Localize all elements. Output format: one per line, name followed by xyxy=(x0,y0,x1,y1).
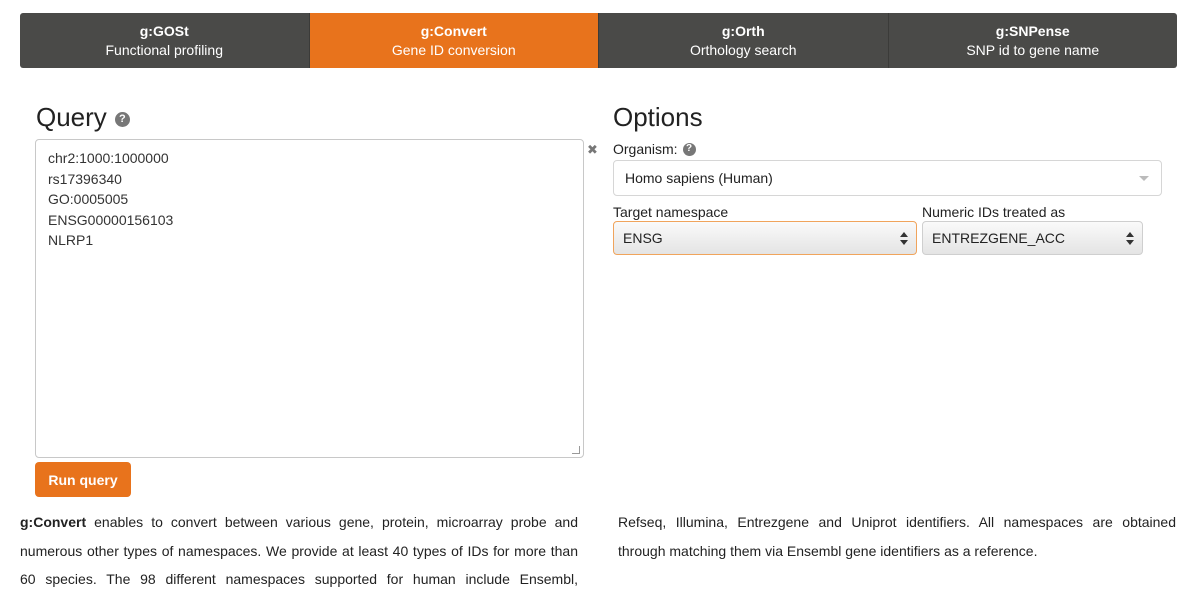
numeric-ids-value: ENTREZGENE_ACC xyxy=(932,230,1066,246)
query-line: chr2:1000:1000000 xyxy=(48,150,169,166)
tab-title: g:SNPense xyxy=(995,22,1070,39)
tab-convert[interactable]: g:Convert Gene ID conversion xyxy=(309,13,599,68)
select-arrows-icon xyxy=(900,231,909,246)
description-line: through matching them via Ensembl gene i… xyxy=(618,542,1038,559)
tab-snpense[interactable]: g:SNPense SNP id to gene name xyxy=(888,13,1177,68)
description-lead: g:Convert xyxy=(20,514,87,530)
tab-subtitle: Functional profiling xyxy=(105,41,223,58)
chevron-down-icon xyxy=(1139,176,1149,181)
description-text: enables to convert between various gene,… xyxy=(86,514,578,530)
target-namespace-label: Target namespace xyxy=(613,204,729,220)
tool-tabs: g:GOSt Functional profiling g:Convert Ge… xyxy=(20,13,1177,68)
help-icon[interactable]: ? xyxy=(114,111,130,127)
select-arrows-icon xyxy=(1126,231,1135,246)
query-title: Query xyxy=(36,102,107,132)
target-namespace-select[interactable]: ENSG xyxy=(613,221,917,255)
query-textarea[interactable]: chr2:1000:1000000 rs17396340 GO:0005005 … xyxy=(35,139,584,458)
target-namespace-value: ENSG xyxy=(623,230,663,246)
clear-icon[interactable]: ✖ xyxy=(587,142,598,158)
query-line: NLRP1 xyxy=(48,232,94,248)
tab-subtitle: Orthology search xyxy=(689,41,797,58)
resize-handle-icon[interactable] xyxy=(572,446,580,454)
tab-title: g:Orth xyxy=(721,22,765,39)
tab-gost[interactable]: g:GOSt Functional profiling xyxy=(20,13,310,68)
query-heading: Query ? xyxy=(36,101,130,133)
organism-value: Homo sapiens (Human) xyxy=(625,170,773,186)
description-line: numerous other types of namespaces. We p… xyxy=(20,542,578,559)
tab-orth[interactable]: g:Orth Orthology search xyxy=(599,13,889,68)
numeric-ids-label: Numeric IDs treated as xyxy=(922,204,1066,220)
tab-title: g:GOSt xyxy=(139,22,189,39)
query-line: GO:0005005 xyxy=(48,191,129,207)
help-icon[interactable]: ? xyxy=(682,142,696,156)
organism-label-row: Organism: ? xyxy=(613,140,696,158)
tab-subtitle: SNP id to gene name xyxy=(966,41,1100,58)
organism-select[interactable]: Homo sapiens (Human) xyxy=(613,160,1162,196)
options-title: Options xyxy=(613,102,703,132)
query-line: rs17396340 xyxy=(48,170,122,187)
description-line: Refseq, Illumina, Entrezgene and Uniprot… xyxy=(618,514,1176,530)
organism-label: Organism: xyxy=(613,141,678,157)
run-query-button[interactable]: Run query xyxy=(35,462,131,497)
description-line: 60 species. The 98 different namespaces … xyxy=(20,571,578,587)
numeric-ids-select[interactable]: ENTREZGENE_ACC xyxy=(922,221,1143,255)
query-line: ENSG00000156103 xyxy=(48,211,174,228)
description-line: g:Convert enables to convert between var… xyxy=(20,508,578,537)
tab-subtitle: Gene ID conversion xyxy=(391,41,516,58)
description-column-2: Refseq, Illumina, Entrezgene and Uniprot… xyxy=(618,508,1176,565)
tab-title: g:Convert xyxy=(420,22,487,39)
description-column-1: g:Convert enables to convert between var… xyxy=(20,508,578,594)
